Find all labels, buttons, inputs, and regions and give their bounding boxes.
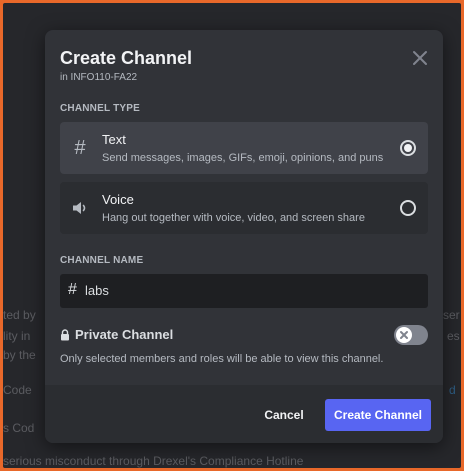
channel-type-voice-option[interactable]: Voice Hang out together with voice, vide… xyxy=(60,182,428,234)
channel-name-label: CHANNEL NAME xyxy=(60,255,144,266)
background-text: by the xyxy=(3,348,36,362)
channel-type-name: Voice xyxy=(102,192,134,207)
background-text: s Cod xyxy=(3,421,35,435)
hash-icon: # xyxy=(68,281,77,298)
channel-name-input[interactable]: # labs xyxy=(60,274,428,308)
radio-unselected[interactable] xyxy=(400,200,416,216)
create-channel-modal: Create Channel in INFO110-FA22 CHANNEL T… xyxy=(45,30,443,443)
channel-name-value[interactable]: labs xyxy=(85,283,109,298)
private-channel-label: Private Channel xyxy=(75,327,174,342)
modal-subtitle: in INFO110-FA22 xyxy=(60,72,138,83)
background-text-fragment: ser xyxy=(443,308,460,322)
private-channel-toggle[interactable] xyxy=(394,325,428,345)
screenshot-frame: ted by lity in by the Code s Cod serious… xyxy=(0,0,464,471)
channel-type-description: Hang out together with voice, video, and… xyxy=(102,212,365,224)
close-icon xyxy=(413,51,427,65)
background-text: serious misconduct through Drexel's Comp… xyxy=(3,454,303,468)
app-background: ted by lity in by the Code s Cod serious… xyxy=(3,3,461,468)
lock-icon xyxy=(61,329,69,341)
modal-title: Create Channel xyxy=(60,48,193,68)
private-channel-description: Only selected members and roles will be … xyxy=(60,353,384,365)
background-link-fragment: d xyxy=(449,383,456,397)
background-text-fragment: serious misconduct through Drexel's Comp… xyxy=(3,454,304,468)
private-channel-row: Private Channel xyxy=(60,325,428,347)
background-text: lity in xyxy=(3,329,31,343)
close-icon xyxy=(400,331,408,339)
background-text: Code xyxy=(3,383,32,397)
background-text-fragment: es xyxy=(447,329,460,343)
radio-selected[interactable] xyxy=(400,140,416,156)
voice-speaker-icon xyxy=(70,198,90,218)
channel-type-text-option[interactable]: # Text Send messages, images, GIFs, emoj… xyxy=(60,122,428,174)
background-text: ted by xyxy=(3,308,36,322)
cancel-button[interactable]: Cancel xyxy=(253,399,315,431)
modal-footer: Cancel Create Channel xyxy=(45,385,443,443)
channel-type-label: CHANNEL TYPE xyxy=(60,103,141,114)
hash-icon: # xyxy=(74,137,86,159)
toggle-knob xyxy=(396,327,412,343)
channel-type-description: Send messages, images, GIFs, emoji, opin… xyxy=(102,152,384,164)
channel-type-name: Text xyxy=(102,132,126,147)
close-button[interactable] xyxy=(410,48,430,68)
create-channel-button[interactable]: Create Channel xyxy=(325,399,431,431)
